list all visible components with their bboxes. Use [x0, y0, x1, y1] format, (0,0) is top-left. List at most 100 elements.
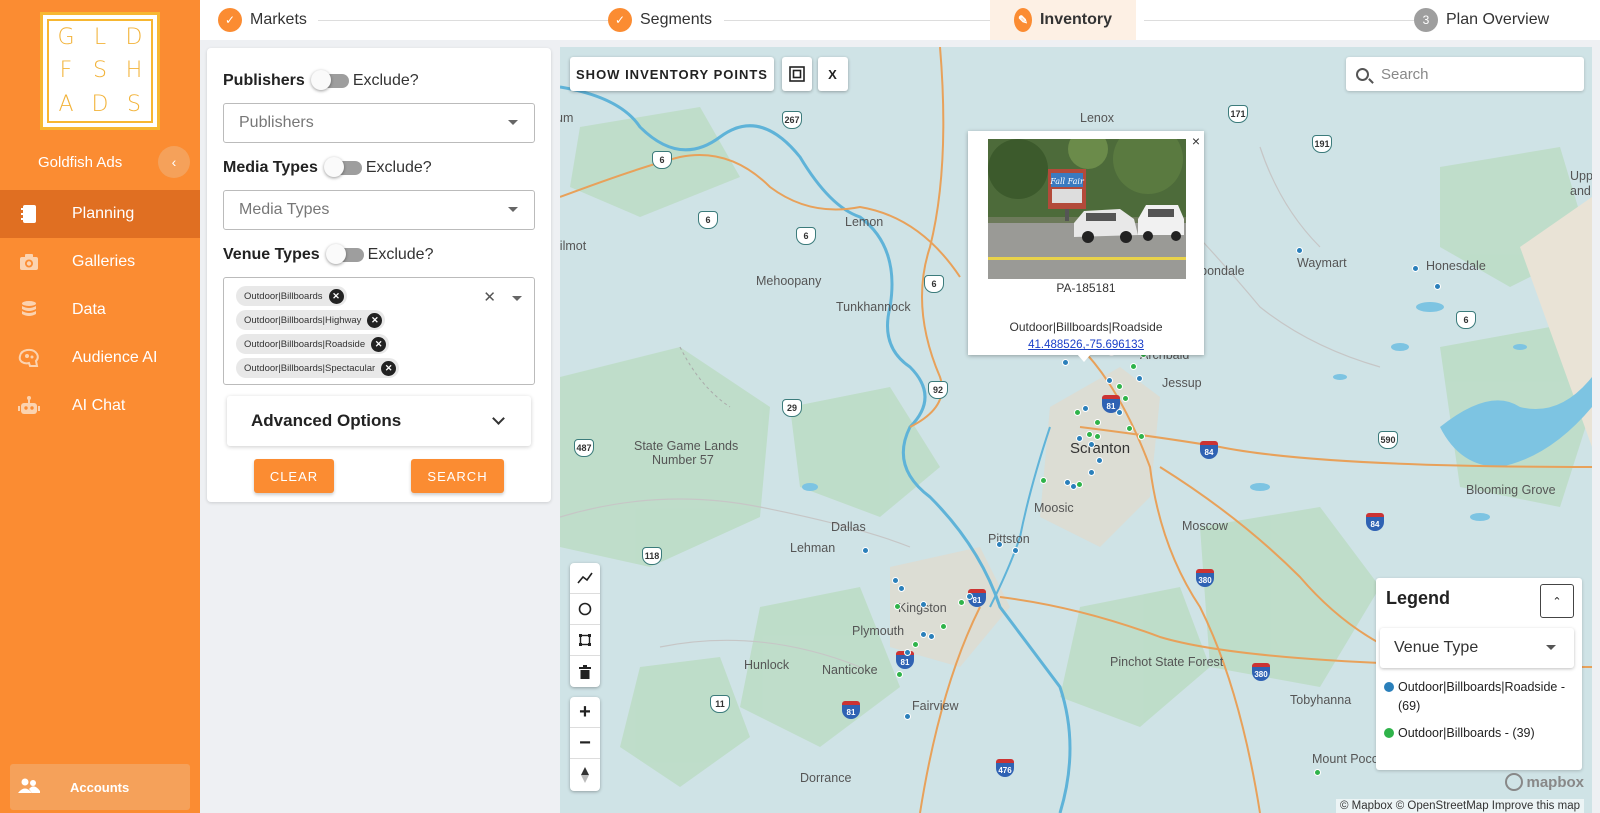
close-icon[interactable]: ×	[1192, 133, 1200, 149]
inventory-point[interactable]	[1136, 375, 1143, 382]
inventory-point[interactable]	[1434, 283, 1441, 290]
draw-circle-tool[interactable]	[570, 594, 600, 625]
inventory-point[interactable]	[896, 671, 903, 678]
chip-remove-icon[interactable]: ✕	[381, 360, 397, 376]
map-search-input[interactable]: Search	[1346, 57, 1584, 91]
accounts-button[interactable]: Accounts	[10, 764, 190, 810]
inventory-point[interactable]	[1074, 409, 1081, 416]
inventory-point[interactable]	[898, 585, 905, 592]
inventory-point[interactable]	[1094, 419, 1101, 426]
trash-icon	[579, 664, 591, 679]
inventory-point[interactable]	[1094, 433, 1101, 440]
inventory-coordinates-link[interactable]: 41.488526,-75.696133	[968, 339, 1204, 351]
inventory-point[interactable]	[892, 577, 899, 584]
inventory-point[interactable]	[1088, 469, 1095, 476]
inventory-point[interactable]	[904, 649, 911, 656]
advanced-options-toggle[interactable]: Advanced Options	[227, 396, 531, 446]
map-canvas[interactable]: Lenox Lemon Wilmot um Mehoopany Tunkhann…	[560, 47, 1592, 813]
inventory-point[interactable]	[920, 601, 927, 608]
inventory-point[interactable]	[996, 541, 1003, 548]
sidebar-item-data[interactable]: Data	[0, 286, 200, 334]
zoom-in-button[interactable]: +	[570, 697, 600, 728]
inventory-point[interactable]	[1062, 359, 1069, 366]
inventory-point[interactable]	[862, 547, 869, 554]
inventory-point[interactable]	[1116, 409, 1123, 416]
inventory-point[interactable]	[940, 623, 947, 630]
delete-shape-tool[interactable]	[570, 656, 600, 687]
inventory-point[interactable]	[920, 631, 927, 638]
compass-button[interactable]	[570, 759, 600, 790]
mapbox-logo[interactable]: mapbox	[1505, 773, 1584, 791]
step-markets[interactable]: ✓ Markets	[218, 0, 307, 40]
sidebar-item-label: AI Chat	[72, 397, 126, 414]
sidebar-item-ai-chat[interactable]: AI Chat	[0, 382, 200, 430]
close-points-button[interactable]: X	[818, 57, 848, 91]
inventory-point[interactable]	[1040, 477, 1047, 484]
caret-down-icon[interactable]	[512, 296, 522, 301]
inventory-point[interactable]	[1412, 265, 1419, 272]
inventory-point[interactable]	[928, 633, 935, 640]
brain-icon	[18, 347, 40, 369]
clear-all-icon[interactable]: ✕	[483, 288, 496, 306]
inventory-point[interactable]	[894, 603, 901, 610]
fit-bounds-button[interactable]	[782, 57, 812, 91]
inventory-point[interactable]	[1106, 377, 1113, 384]
draw-polygon-tool[interactable]	[570, 625, 600, 656]
inventory-point[interactable]	[1076, 435, 1083, 442]
clear-button[interactable]: CLEAR	[254, 459, 334, 493]
goldfish-logo[interactable]: G L D F S H A D S	[40, 12, 160, 130]
map-label: Scranton	[1070, 440, 1131, 457]
inventory-point[interactable]	[1122, 395, 1129, 402]
media-types-select[interactable]: Media Types	[223, 190, 535, 230]
chip-remove-icon[interactable]: ✕	[367, 312, 383, 328]
inventory-point[interactable]	[1314, 769, 1321, 776]
inventory-point[interactable]	[1070, 483, 1077, 490]
publishers-select[interactable]: Publishers	[223, 103, 535, 143]
sidebar-item-label: Galleries	[72, 253, 136, 270]
show-inventory-points-button[interactable]: SHOW INVENTORY POINTS	[570, 57, 774, 91]
inventory-point[interactable]	[1126, 425, 1133, 432]
venue-chip: Outdoor|Billboards|Roadside ✕	[236, 334, 390, 354]
collapse-sidebar-button[interactable]: ‹	[158, 146, 190, 178]
inventory-point[interactable]	[1130, 363, 1137, 370]
inventory-point[interactable]	[958, 599, 965, 606]
map-attribution[interactable]: © Mapbox © OpenStreetMap Improve this ma…	[1335, 799, 1584, 813]
inventory-point[interactable]	[1012, 547, 1019, 554]
map-label: Moosic	[1034, 501, 1074, 515]
sidebar-item-planning[interactable]: Planning	[0, 190, 200, 238]
zoom-out-button[interactable]: −	[570, 728, 600, 759]
venue-types-exclude-toggle[interactable]	[325, 244, 364, 264]
inventory-point[interactable]	[904, 713, 911, 720]
publishers-exclude-toggle[interactable]	[310, 70, 349, 90]
step-inventory[interactable]: ✎ Inventory	[990, 0, 1136, 40]
inventory-point[interactable]	[1096, 457, 1103, 464]
map-label: Mehoopany	[756, 274, 822, 288]
media-types-exclude-toggle[interactable]	[323, 157, 362, 177]
map-label: Dorrance	[800, 771, 852, 785]
logo-letter: L	[93, 25, 107, 51]
interstate-shield: 84	[1200, 441, 1218, 459]
inventory-point[interactable]	[1082, 405, 1089, 412]
sidebar-item-audience-ai[interactable]: Audience AI	[0, 334, 200, 382]
inventory-point[interactable]	[1086, 431, 1093, 438]
inventory-point[interactable]	[1296, 247, 1303, 254]
popup-tip	[1077, 354, 1091, 362]
publishers-placeholder: Publishers	[239, 114, 314, 131]
inventory-point[interactable]	[966, 593, 973, 600]
inventory-point[interactable]	[912, 641, 919, 648]
inventory-point[interactable]	[1116, 383, 1123, 390]
search-button[interactable]: SEARCH	[411, 459, 504, 493]
inventory-point[interactable]	[1138, 433, 1145, 440]
legend-collapse-button[interactable]: ⌃	[1540, 584, 1574, 618]
draw-line-tool[interactable]	[570, 563, 600, 594]
step-plan-overview[interactable]: 3 Plan Overview	[1414, 0, 1549, 40]
route-shield: 118	[642, 547, 662, 565]
inventory-point[interactable]	[1088, 441, 1095, 448]
step-segments[interactable]: ✓ Segments	[608, 0, 712, 40]
sidebar-item-galleries[interactable]: Galleries	[0, 238, 200, 286]
chip-remove-icon[interactable]: ✕	[371, 336, 387, 352]
venue-types-select[interactable]: Outdoor|Billboards ✕ Outdoor|Billboards|…	[223, 277, 535, 385]
chip-remove-icon[interactable]: ✕	[328, 288, 344, 304]
legend-group-select[interactable]: Venue Type	[1380, 628, 1574, 668]
inventory-point[interactable]	[1076, 481, 1083, 488]
